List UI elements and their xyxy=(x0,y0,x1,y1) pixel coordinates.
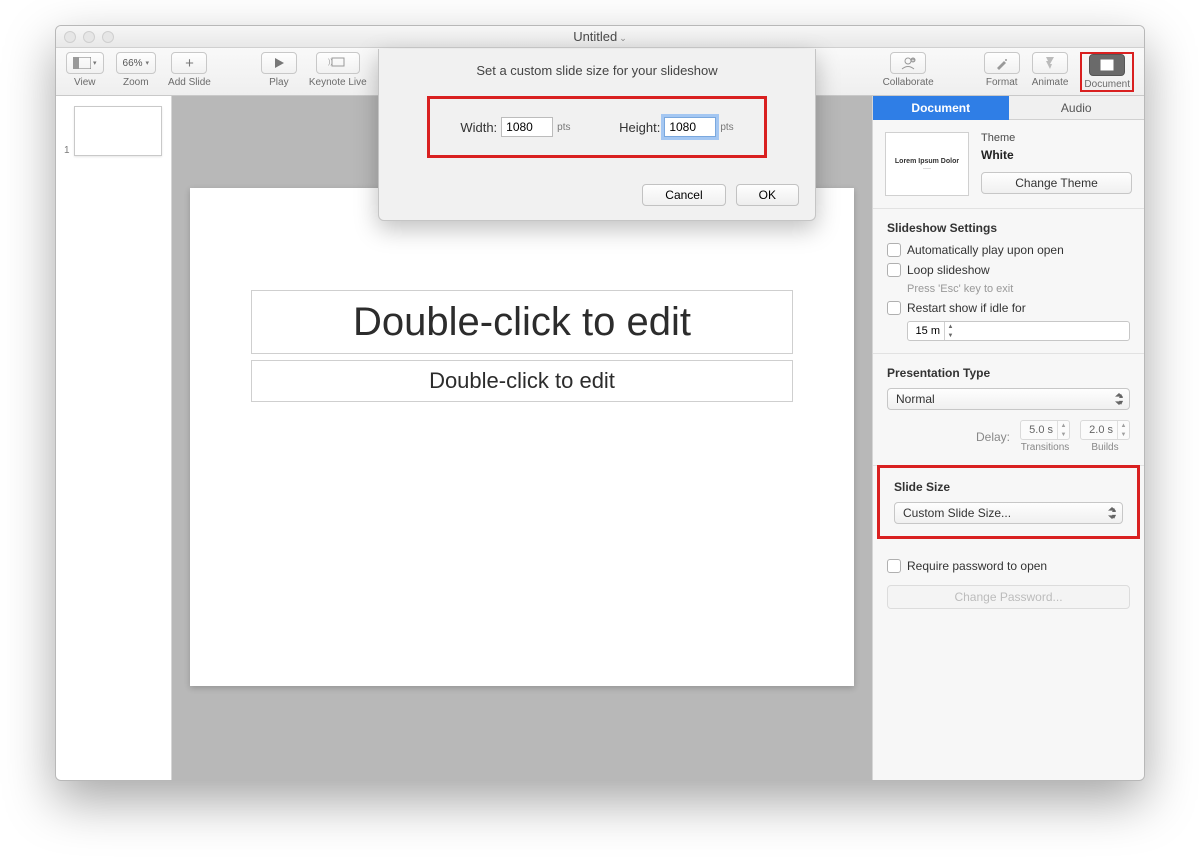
password-section: Require password to open Change Password… xyxy=(873,547,1144,621)
section-title: Slide Size xyxy=(894,480,1123,494)
modal-inputs: Width: pts Height: pts xyxy=(427,96,767,158)
builds-stepper[interactable]: ▲▼ xyxy=(1080,420,1130,440)
stepper-up-icon[interactable]: ▲ xyxy=(945,322,956,331)
inspector-tabs: Document Audio xyxy=(873,96,1144,120)
section-title: Slideshow Settings xyxy=(887,221,1130,235)
add-slide-label: Add Slide xyxy=(168,77,211,88)
title-placeholder[interactable]: Double-click to edit xyxy=(251,290,793,354)
tab-document[interactable]: Document xyxy=(873,96,1009,120)
modal-title: Set a custom slide size for your slidesh… xyxy=(379,49,815,88)
change-theme-button[interactable]: Change Theme xyxy=(981,172,1132,194)
width-input[interactable] xyxy=(501,117,553,137)
slide-thumbnail[interactable] xyxy=(74,106,162,156)
stepper-up-icon[interactable]: ▲ xyxy=(1058,421,1069,430)
height-label: Height: xyxy=(619,120,660,135)
restart-stepper[interactable]: ▲▼ xyxy=(907,321,1130,341)
subtitle-placeholder[interactable]: Double-click to edit xyxy=(251,360,793,402)
keynote-live-label: Keynote Live xyxy=(309,77,367,88)
add-slide-button[interactable]: + xyxy=(171,52,207,74)
collaborate-button[interactable]: + xyxy=(890,52,926,74)
document-button[interactable] xyxy=(1089,54,1125,76)
keynote-live-button[interactable]: )) xyxy=(316,52,360,74)
theme-name: White xyxy=(981,148,1132,162)
width-unit: pts xyxy=(557,122,570,133)
format-button[interactable] xyxy=(984,52,1020,74)
change-password-button: Change Password... xyxy=(887,585,1130,609)
loop-label: Loop slideshow xyxy=(907,263,990,277)
document-title[interactable]: Untitled⌄ xyxy=(56,29,1144,44)
presentation-type-section: Presentation Type Normal▴▾ Delay: ▲▼ Tra… xyxy=(873,354,1144,466)
theme-thumbnail: Lorem Ipsum Dolor —— xyxy=(885,132,969,196)
theme-label: Theme xyxy=(981,132,1132,144)
inspector-panel: Document Audio Lorem Ipsum Dolor —— Them… xyxy=(872,96,1144,780)
slide-navigator: 1 xyxy=(56,96,172,780)
transitions-stepper[interactable]: ▲▼ xyxy=(1020,420,1070,440)
restart-checkbox[interactable] xyxy=(887,301,901,315)
animate-label: Animate xyxy=(1032,77,1069,88)
cancel-button[interactable]: Cancel xyxy=(642,184,725,206)
titlebar: Untitled⌄ xyxy=(56,26,1144,48)
ok-button[interactable]: OK xyxy=(736,184,799,206)
svg-text:+: + xyxy=(912,58,915,64)
builds-input[interactable] xyxy=(1081,424,1117,436)
app-window: Untitled⌄ ▾ View 66%▾ Zoom + Add Slide P… xyxy=(55,25,1145,781)
stepper-down-icon[interactable]: ▼ xyxy=(945,331,956,340)
tab-audio[interactable]: Audio xyxy=(1009,96,1145,120)
slide-canvas[interactable]: Double-click to edit Double-click to edi… xyxy=(190,188,854,686)
builds-sublabel: Builds xyxy=(1091,442,1118,453)
stepper-up-icon[interactable]: ▲ xyxy=(1118,421,1129,430)
delay-label: Delay: xyxy=(976,430,1010,444)
presentation-type-select[interactable]: Normal▴▾ xyxy=(887,388,1130,410)
play-label: Play xyxy=(269,77,288,88)
transitions-input[interactable] xyxy=(1021,424,1057,436)
section-title: Presentation Type xyxy=(887,366,1130,380)
play-button[interactable] xyxy=(261,52,297,74)
width-label: Width: xyxy=(460,120,497,135)
height-unit: pts xyxy=(720,122,733,133)
collaborate-label: Collaborate xyxy=(883,77,934,88)
zoom-button[interactable]: 66%▾ xyxy=(116,52,157,74)
slideshow-settings-section: Slideshow Settings Automatically play up… xyxy=(873,209,1144,354)
transitions-sublabel: Transitions xyxy=(1021,442,1070,453)
stepper-down-icon[interactable]: ▼ xyxy=(1058,430,1069,439)
require-password-checkbox[interactable] xyxy=(887,559,901,573)
restart-input[interactable] xyxy=(908,325,944,337)
height-input[interactable] xyxy=(664,117,716,137)
slide-number: 1 xyxy=(64,145,70,156)
stepper-down-icon[interactable]: ▼ xyxy=(1118,430,1129,439)
loop-hint: Press 'Esc' key to exit xyxy=(907,283,1130,295)
require-password-label: Require password to open xyxy=(907,559,1047,573)
loop-checkbox[interactable] xyxy=(887,263,901,277)
theme-section: Lorem Ipsum Dolor —— Theme White Change … xyxy=(873,120,1144,209)
auto-play-checkbox[interactable] xyxy=(887,243,901,257)
view-button[interactable]: ▾ xyxy=(66,52,104,74)
zoom-label: Zoom xyxy=(123,77,149,88)
slide-size-select[interactable]: Custom Slide Size...▴▾ xyxy=(894,502,1123,524)
animate-button[interactable] xyxy=(1032,52,1068,74)
format-label: Format xyxy=(986,77,1018,88)
svg-text:)): )) xyxy=(328,59,333,66)
document-label: Document xyxy=(1084,79,1130,90)
auto-play-label: Automatically play upon open xyxy=(907,243,1064,257)
custom-size-modal: Set a custom slide size for your slidesh… xyxy=(378,49,816,221)
view-label: View xyxy=(74,77,96,88)
slide-size-section: Slide Size Custom Slide Size...▴▾ xyxy=(877,465,1140,539)
restart-label: Restart show if idle for xyxy=(907,301,1026,315)
